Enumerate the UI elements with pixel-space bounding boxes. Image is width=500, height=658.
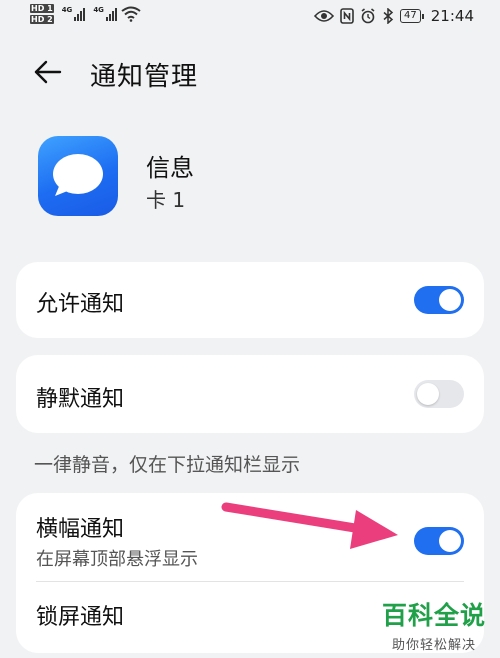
chat-bubble-icon [53, 154, 103, 196]
banner-notifications-label: 横幅通知 [36, 517, 125, 542]
net2-label: 4G [93, 6, 104, 14]
toggle-knob [417, 383, 439, 405]
clock: 21:44 [430, 7, 474, 25]
toggle-knob [439, 289, 461, 311]
silent-notifications-label: 静默通知 [36, 387, 125, 412]
divider [36, 581, 464, 582]
signal-sim2-icon: 4G [93, 7, 117, 21]
back-arrow-icon[interactable] [32, 56, 64, 88]
status-bar: HD 1 HD 2 4G 4G 47 21:44 [0, 0, 500, 34]
app-sim-label: 卡 1 [146, 188, 186, 212]
allow-notifications-label: 允许通知 [36, 292, 125, 317]
hd-indicators: HD 1 HD 2 [30, 4, 54, 24]
page-title: 通知管理 [90, 62, 199, 92]
allow-notifications-card[interactable]: 允许通知 [16, 262, 484, 338]
alarm-icon [361, 8, 375, 24]
net1-label: 4G [61, 6, 73, 14]
eye-icon [314, 10, 335, 22]
watermark-subtitle: 助你轻松解决 [391, 638, 476, 653]
status-right: 47 21:44 [314, 7, 474, 25]
watermark-logo: 百科全说 助你轻松解决 [382, 596, 486, 653]
wifi-icon [121, 6, 141, 22]
silent-notifications-hint: 一律静音，仅在下拉通知栏显示 [34, 454, 301, 476]
watermark-title: 百科全说 [381, 601, 486, 630]
hd2-badge: HD 2 [30, 15, 54, 24]
allow-notifications-toggle[interactable] [414, 286, 464, 314]
app-name: 信息 [146, 154, 194, 182]
bluetooth-icon [383, 8, 394, 24]
silent-notifications-toggle[interactable] [414, 380, 464, 408]
hd1-badge: HD 1 [30, 4, 54, 13]
toggle-knob [439, 530, 461, 552]
signal-sim1-icon: 4G [62, 7, 86, 21]
banner-notifications-desc: 在屏幕顶部悬浮显示 [36, 549, 198, 570]
status-left: HD 1 HD 2 4G 4G [30, 4, 141, 24]
battery-icon: 47 [400, 9, 424, 23]
banner-notifications-toggle[interactable] [414, 527, 464, 555]
lockscreen-notifications-label[interactable]: 锁屏通知 [36, 599, 124, 631]
messages-app-icon [38, 136, 118, 216]
silent-notifications-card[interactable]: 静默通知 [16, 355, 484, 433]
nfc-icon [340, 8, 354, 24]
